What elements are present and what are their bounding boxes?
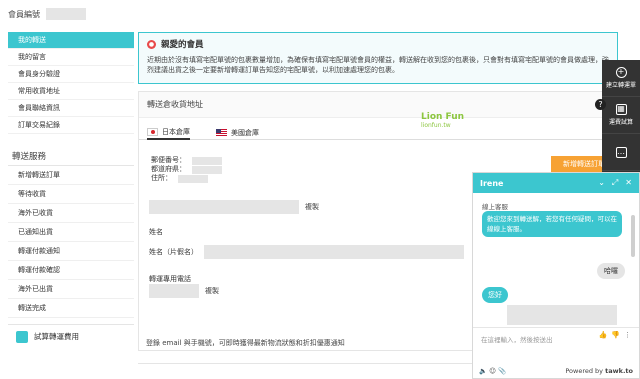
chat-messages: 線上客服 歡迎您來到轉送解，若您有任何疑問，可以在線線上客服。 哈囉 您好 [473,193,639,328]
tab-usa-label: 美國倉庫 [231,129,259,137]
sidebar-item-orders[interactable]: 訂單交易紀錄 [8,117,134,134]
rail-fee-calc-label: 運費試算 [608,119,633,126]
attach-icon[interactable]: 📎 [498,367,506,375]
tab-usa[interactable]: 美國倉庫 [216,126,259,140]
address-title: 轉送倉收貨地址 [139,92,617,118]
postal-label: 郵便番号： [151,156,186,164]
volume-icon[interactable]: 🔈 [479,367,487,375]
rail-fee-calc[interactable]: ▦ 運費試算 [602,97,640,134]
chat-footer: 🔈 ☺ 📎 Powered by tawk.to [473,364,639,378]
chat-widget: Irene ⌄ ⤢ ✕ 線上客服 歡迎您來到轉送解，若您有任何疑問，可以在線線上… [472,172,640,379]
sidebar-item-completed[interactable]: 轉送完成 [8,299,134,318]
calculator-icon: ▦ [615,104,627,115]
sidebar-item-contact[interactable]: 會員聯絡資訊 [8,100,134,117]
sidebar-item-payment-notice[interactable]: 轉運付款通知 [8,242,134,261]
quick-action-rail: + 建立轉運單 ▦ 運費試算 … [602,60,640,172]
lionfun-logo: Lion Fun lionfun.tw [421,112,464,129]
rail-chat[interactable]: … [602,134,640,171]
address-value-redacted [149,200,299,214]
copy-phone-link[interactable]: 複製 [205,286,219,296]
copy-address-link[interactable]: 複製 [305,202,319,212]
chevron-down-icon[interactable]: ⌄ [598,178,605,188]
thumbs-up-icon[interactable]: 👍 [599,331,608,339]
phone-value-redacted [149,284,199,298]
emoji-icon[interactable]: ☺ [489,367,496,375]
logo-text: Lion Fun [421,112,465,122]
calculator-icon [16,331,28,343]
more-icon[interactable]: ⋮ [624,331,631,339]
member-id-redacted [46,8,86,20]
help-icon[interactable]: ? [595,99,606,110]
logo-subtext: lionfun.tw [421,122,451,129]
plus-circle-icon: + [615,67,627,78]
sidebar-item-shipped[interactable]: 海外已出貨 [8,280,134,299]
member-icon: ● [147,39,156,49]
chat-agent-status: 線上客服 [482,203,508,211]
notice-title: 親愛的會員 [161,40,204,50]
fee-calculator-label: 試算轉運費用 [34,332,79,341]
prefecture-label: 都道府県： [151,165,186,173]
chat-header: Irene ⌄ ⤢ ✕ [473,173,639,193]
name-label: 姓名 [149,228,163,236]
chat-tools: 🔈 ☺ 📎 [479,367,506,375]
close-icon[interactable]: ✕ [625,178,632,188]
email-notice-text: 登錄 email 與手機號，可即時獲得最新物流狀態和折扣優惠通知 [146,339,345,347]
address-copy-row: 複製 [149,200,319,214]
jp-address-fields: 郵便番号： 都道府県： 住所： [151,156,222,183]
chat-visitor-message: 哈囉 [597,263,625,279]
member-header: 會員編號 [8,6,86,22]
popout-icon[interactable]: ⤢ [612,178,618,188]
chat-input-icons: 👍 👎 ⋮ [599,331,631,339]
japan-flag-icon [147,128,158,136]
fee-calculator-card[interactable]: 試算轉運費用 [8,324,134,352]
thumbs-down-icon[interactable]: 👎 [611,331,620,339]
phone-label: 轉運專用電話 [149,275,191,283]
notice-body: 近期由於沒有填寫宅配單號的包裹數量增加，為確保有填寫宅配單號會員的權益，轉送解在… [147,56,609,74]
rail-create-order-label: 建立轉運單 [605,82,636,89]
sidebar-item-notified[interactable]: 已通知出貨 [8,223,134,242]
sidebar-item-verification[interactable]: 會員身分驗證 [8,66,134,83]
phone-copy-row: 複製 [149,284,219,298]
name-kana-row: 姓名（片假名） [149,245,464,259]
sidebar-item-payment-confirm[interactable]: 轉運付款確認 [8,261,134,280]
sidebar-item-addresses[interactable]: 常用收貨地址 [8,83,134,100]
sidebar-item-awaiting[interactable]: 等待收貨 [8,185,134,204]
chat-agent-name: Irene [480,178,504,188]
rail-create-order[interactable]: + 建立轉運單 [602,60,640,97]
name-kana-redacted [204,245,464,259]
sidebar-item-received[interactable]: 海外已收貨 [8,204,134,223]
powered-by-label: Powered by [565,367,604,375]
sidebar-item-my-shipments[interactable]: 我的轉送 [8,32,134,49]
member-label: 會員編號 [8,9,40,19]
tawk-brand[interactable]: tawk.to [605,367,633,375]
chat-redacted-message [507,305,617,325]
prefecture-redacted [192,165,222,174]
warehouse-tabs: 日本倉庫 美國倉庫 [139,118,617,140]
address-redacted [178,174,208,183]
tab-japan-label: 日本倉庫 [162,128,190,136]
chat-bubble-icon: … [615,146,627,158]
member-notice: ● 親愛的會員 近期由於沒有填寫宅配單號的包裹數量增加，為確保有填寫宅配單號會員… [138,32,618,84]
sidebar-section-title: 轉送服務 [8,148,134,166]
usa-flag-icon [216,129,227,137]
sidebar-item-new-order[interactable]: 新增轉送訂單 [8,166,134,185]
chat-agent-reply: 您好 [482,287,508,303]
address-label: 住所： [151,174,172,182]
sidebar: 我的轉送 我的留言 會員身分驗證 常用收貨地址 會員聯絡資訊 訂單交易紀錄 轉送… [8,32,134,352]
chat-scrollbar[interactable] [631,215,635,257]
chat-welcome-message: 歡迎您來到轉送解，若您有任何疑問，可以在線線上客服。 [482,211,622,237]
postal-redacted [192,156,222,165]
tab-japan[interactable]: 日本倉庫 [147,126,190,140]
sidebar-item-messages[interactable]: 我的留言 [8,49,134,66]
name-kana-label: 姓名（片假名） [149,248,198,256]
